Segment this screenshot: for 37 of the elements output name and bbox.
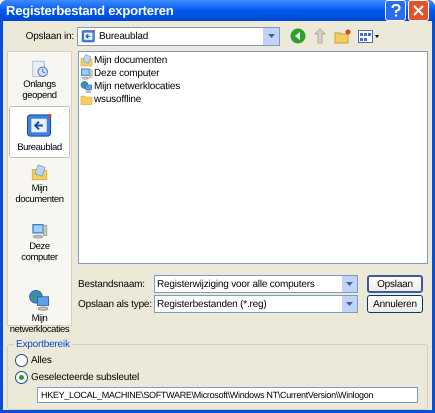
places-item[interactable]: Mijn netwerklocaties <box>9 282 70 340</box>
dropdown-value: Bureaublad <box>99 30 150 44</box>
file-type-dropdown[interactable]: Registerbestanden (*.reg) <box>154 295 358 313</box>
field-label: Opslaan in: <box>24 30 75 44</box>
places-item[interactable]: Mijn documenten <box>9 158 70 210</box>
file-name-field[interactable]: Registerwijziging voor alle computers <box>154 275 358 293</box>
field-label: Bestandsnaam: <box>78 278 146 292</box>
cancel-button[interactable]: Annuleren <box>367 295 423 313</box>
places-item[interactable]: Deze computer <box>9 216 70 268</box>
close-button[interactable] <box>408 0 429 21</box>
key-path-field[interactable]: HKEY_LOCAL_MACHINE\SOFTWARE\Microsoft\Windows NT\CurrentVersion\Winlogon <box>37 387 418 403</box>
help-button[interactable] <box>385 0 406 21</box>
location-dropdown[interactable]: Bureaublad <box>77 26 280 46</box>
file-item[interactable]: Mijn documenten <box>80 54 168 67</box>
file-item[interactable]: Mijn netwerklocaties <box>80 80 180 93</box>
group-title: Exportbereik <box>14 337 72 352</box>
radio-label: Alles <box>31 354 52 368</box>
folder-icon <box>80 93 93 106</box>
radio-button[interactable] <box>15 354 28 367</box>
places-item[interactable]: Onlangs geopend <box>9 54 70 106</box>
desktop-icon <box>81 28 96 44</box>
window-title: Registerbestand exporteren <box>6 2 174 20</box>
new-folder-icon[interactable] <box>334 28 351 44</box>
globe-computer-icon <box>80 80 93 93</box>
file-item[interactable]: Deze computer <box>80 67 160 80</box>
help-icon <box>390 4 400 17</box>
places-item[interactable]: Bureaublad <box>9 106 70 158</box>
back-icon[interactable] <box>290 28 306 44</box>
close-icon <box>413 5 424 16</box>
computer-icon <box>80 67 93 80</box>
radio-button[interactable] <box>15 371 28 384</box>
field-label: Opslaan als type: <box>78 298 153 312</box>
file-item[interactable]: wsusoffline <box>80 93 142 106</box>
radio-label: Geselecteerde subsleutel <box>31 371 140 385</box>
view-menu-icon[interactable] <box>358 30 380 42</box>
documents-folder-icon <box>80 54 93 67</box>
save-button[interactable]: Opslaan <box>367 275 423 293</box>
